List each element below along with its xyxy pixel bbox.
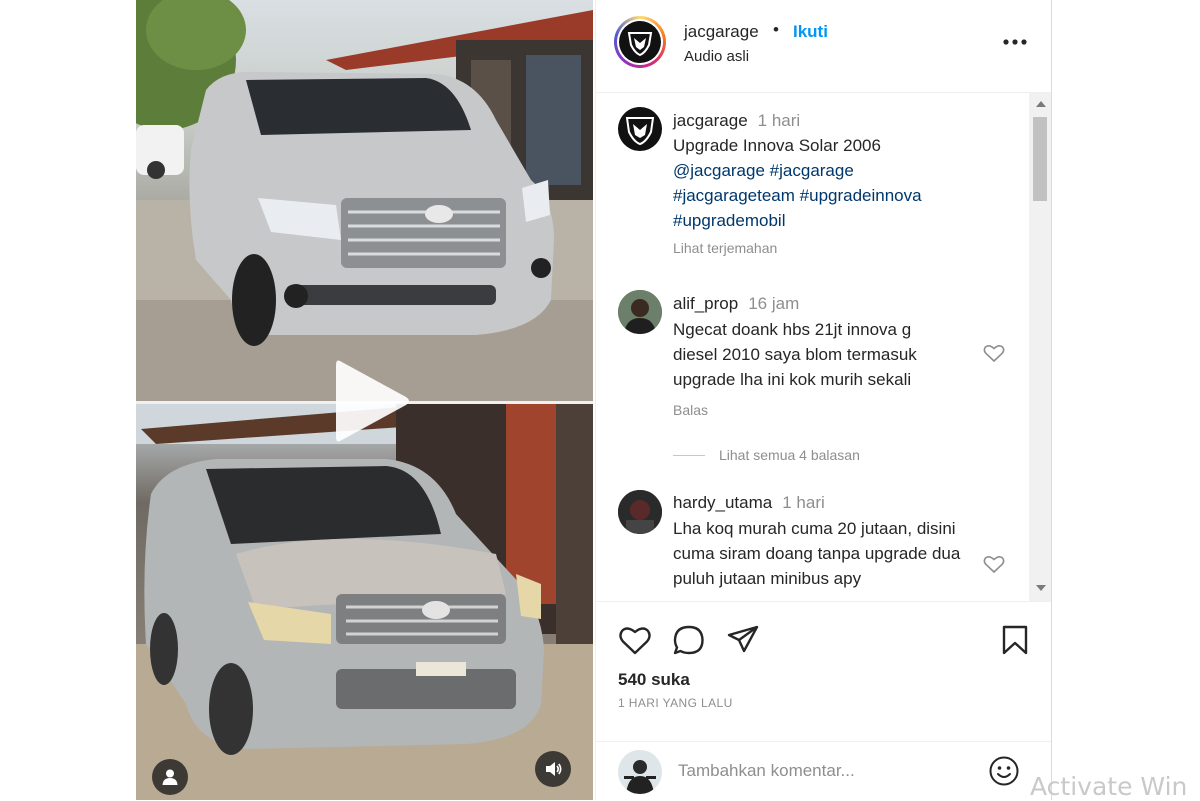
more-horizontal-icon[interactable] — [1002, 34, 1028, 50]
see-translation-link[interactable]: Lihat terjemahan — [673, 240, 777, 256]
author-avatar[interactable] — [614, 16, 666, 68]
add-comment-bar — [596, 741, 1051, 801]
bookmark-icon[interactable] — [998, 624, 1032, 656]
add-comment-input[interactable] — [678, 758, 978, 784]
current-user-avatar — [618, 750, 662, 794]
mention-link[interactable]: @jacgarage — [673, 161, 765, 180]
comment-author: alif_prop 16 jam — [673, 294, 799, 314]
jacgarage-logo — [625, 117, 655, 146]
audio-toggle-button[interactable] — [535, 751, 571, 787]
scroll-up-arrow-icon[interactable] — [1036, 101, 1046, 107]
post-date: 1 HARI YANG LALU — [618, 696, 733, 710]
header-separator: • — [773, 20, 779, 39]
comment-time: 16 jam — [748, 294, 800, 313]
share-icon[interactable] — [726, 624, 760, 656]
comment-like-heart-icon[interactable] — [983, 554, 1005, 574]
tagged-users-button[interactable] — [152, 759, 188, 795]
caption-author: jacgarage 1 hari — [673, 111, 800, 131]
scroll-thumb[interactable] — [1033, 117, 1047, 201]
caption-time: 1 hari — [757, 111, 801, 130]
post-actions: 540 suka 1 HARI YANG LALU — [596, 601, 1051, 742]
caption-title: Upgrade Innova Solar 2006 — [673, 136, 881, 155]
comment-username[interactable]: alif_prop — [673, 294, 738, 313]
post-media[interactable] — [136, 0, 593, 800]
comments-scrollbar[interactable] — [1029, 93, 1051, 601]
replies-line — [673, 454, 705, 456]
comment-username[interactable]: hardy_utama — [673, 493, 772, 512]
caption-author-avatar[interactable] — [618, 107, 662, 151]
comment-avatar[interactable] — [618, 290, 662, 334]
post-details-panel: jacgarage • Ikuti Audio asli jacgarage 1 … — [595, 0, 1052, 800]
reply-link[interactable]: Balas — [673, 402, 708, 418]
jacgarage-logo — [619, 21, 661, 63]
follow-button[interactable]: Ikuti — [793, 22, 828, 42]
user-icon — [162, 769, 178, 785]
comment-icon[interactable] — [672, 624, 706, 656]
comment-time: 1 hari — [782, 493, 825, 512]
comment-author: hardy_utama 1 hari — [673, 493, 825, 513]
hashtag-link[interactable]: #upgradeinnova — [800, 186, 922, 205]
video-frame-before — [136, 404, 593, 800]
author-username[interactable]: jacgarage — [684, 22, 759, 42]
comment-text: Ngecat doank hbs 21jt innova g diesel 20… — [673, 320, 917, 389]
likes-count[interactable]: 540 suka — [618, 670, 690, 690]
audio-link[interactable]: Audio asli — [684, 48, 749, 65]
hashtag-link[interactable]: #jacgarageteam — [673, 186, 795, 205]
post-header: jacgarage • Ikuti Audio asli — [596, 0, 1051, 93]
comment-avatar[interactable] — [618, 490, 662, 534]
user-photo — [618, 750, 662, 794]
heart-icon[interactable] — [618, 624, 652, 656]
user-photo — [618, 490, 662, 534]
caption-text: Upgrade Innova Solar 2006 @jacgarage #ja… — [673, 133, 973, 233]
car-before-image — [136, 404, 593, 800]
play-icon[interactable] — [326, 355, 416, 447]
comment-text: Lha koq murah cuma 20 jutaan, disini cum… — [673, 519, 961, 588]
caption-username[interactable]: jacgarage — [673, 111, 748, 130]
view-replies-label: Lihat semua 4 balasan — [719, 447, 860, 463]
activate-windows-watermark: Activate Win — [1030, 772, 1188, 801]
emoji-icon[interactable] — [988, 755, 1020, 787]
speaker-icon — [546, 762, 562, 776]
hashtag-link[interactable]: #upgrademobil — [673, 211, 785, 230]
car-after-image — [136, 0, 593, 402]
view-replies-button[interactable]: Lihat semua 4 balasan — [673, 447, 860, 463]
hashtag-link[interactable]: #jacgarage — [770, 161, 854, 180]
comments-list[interactable]: jacgarage 1 hari Upgrade Innova Solar 200… — [596, 93, 1028, 601]
scroll-down-arrow-icon[interactable] — [1036, 585, 1046, 591]
video-frame-after — [136, 0, 593, 402]
user-photo — [618, 290, 662, 334]
comment-like-heart-icon[interactable] — [983, 343, 1005, 363]
